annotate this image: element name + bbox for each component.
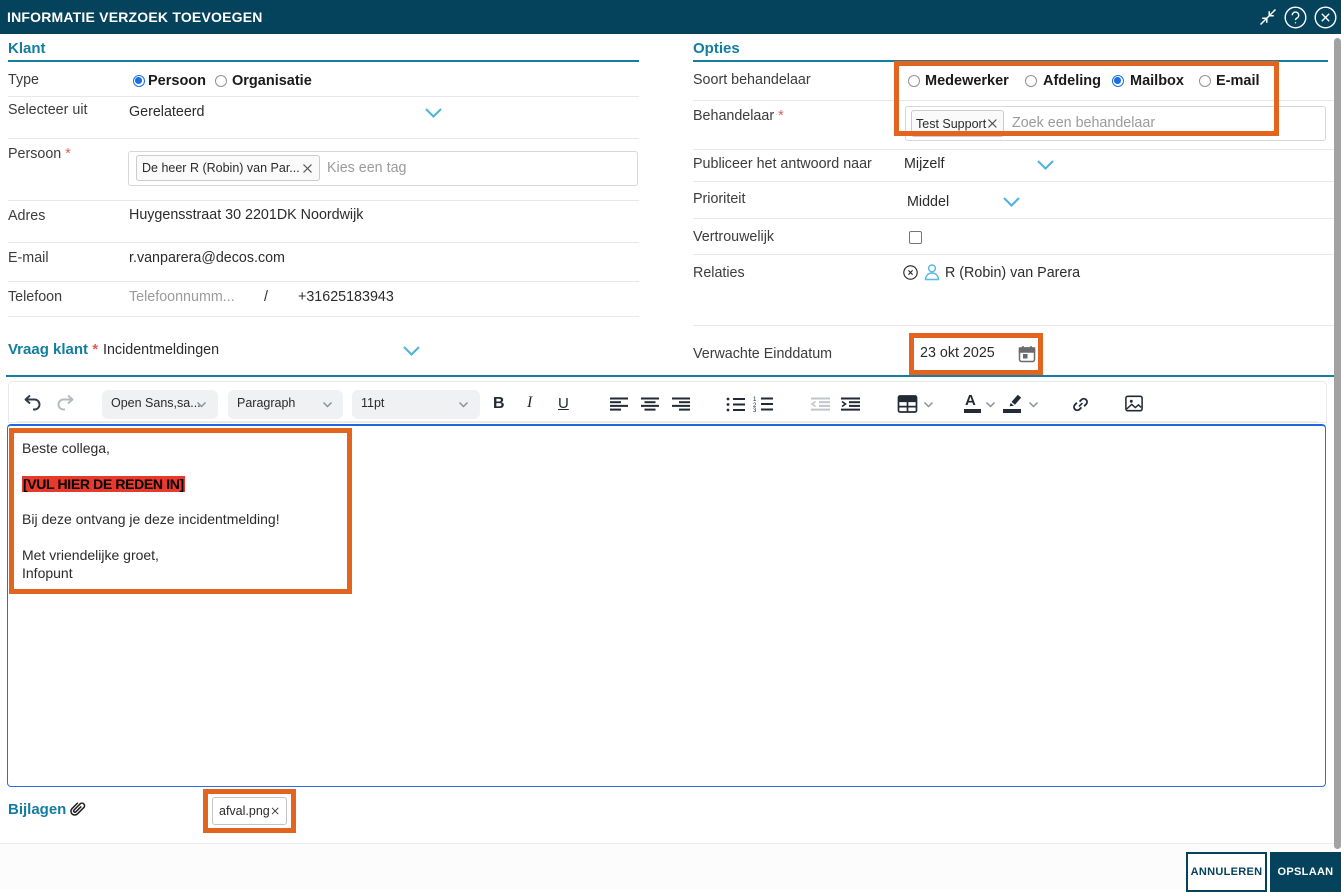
svg-text:3: 3 (753, 408, 757, 412)
